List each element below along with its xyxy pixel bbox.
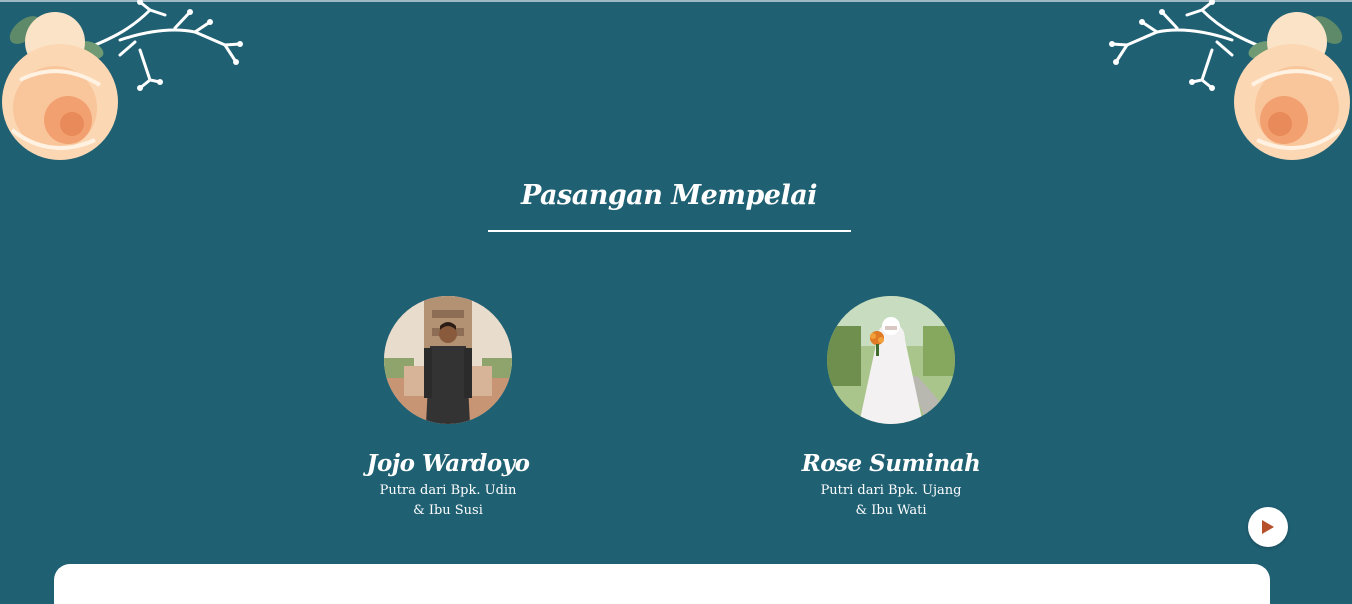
floral-corner-right xyxy=(1109,0,1350,160)
music-play-button[interactable] xyxy=(1248,507,1288,547)
next-section-card xyxy=(54,564,1270,604)
bride-parents-line2: & Ibu Wati xyxy=(855,503,927,518)
play-icon xyxy=(1262,520,1274,534)
groom-parents-line1: Putra dari Bpk. Udin xyxy=(379,483,517,498)
groom-card: Jojo Wardoyo Putra dari Bpk. Udin & Ibu … xyxy=(328,296,568,521)
section-title: Pasangan Mempelai xyxy=(520,180,818,211)
bride-card: Rose Suminah Putri dari Bpk. Ujang & Ibu… xyxy=(771,296,1011,521)
bride-name: Rose Suminah xyxy=(801,450,981,477)
floral-corner-left xyxy=(2,0,243,160)
title-divider xyxy=(488,230,851,232)
bride-parents-line1: Putri dari Bpk. Ujang xyxy=(820,483,962,498)
groom-parents-line2: & Ibu Susi xyxy=(413,503,483,518)
groom-photo xyxy=(384,296,512,424)
bride-photo xyxy=(827,296,955,424)
groom-name: Jojo Wardoyo xyxy=(366,450,530,477)
